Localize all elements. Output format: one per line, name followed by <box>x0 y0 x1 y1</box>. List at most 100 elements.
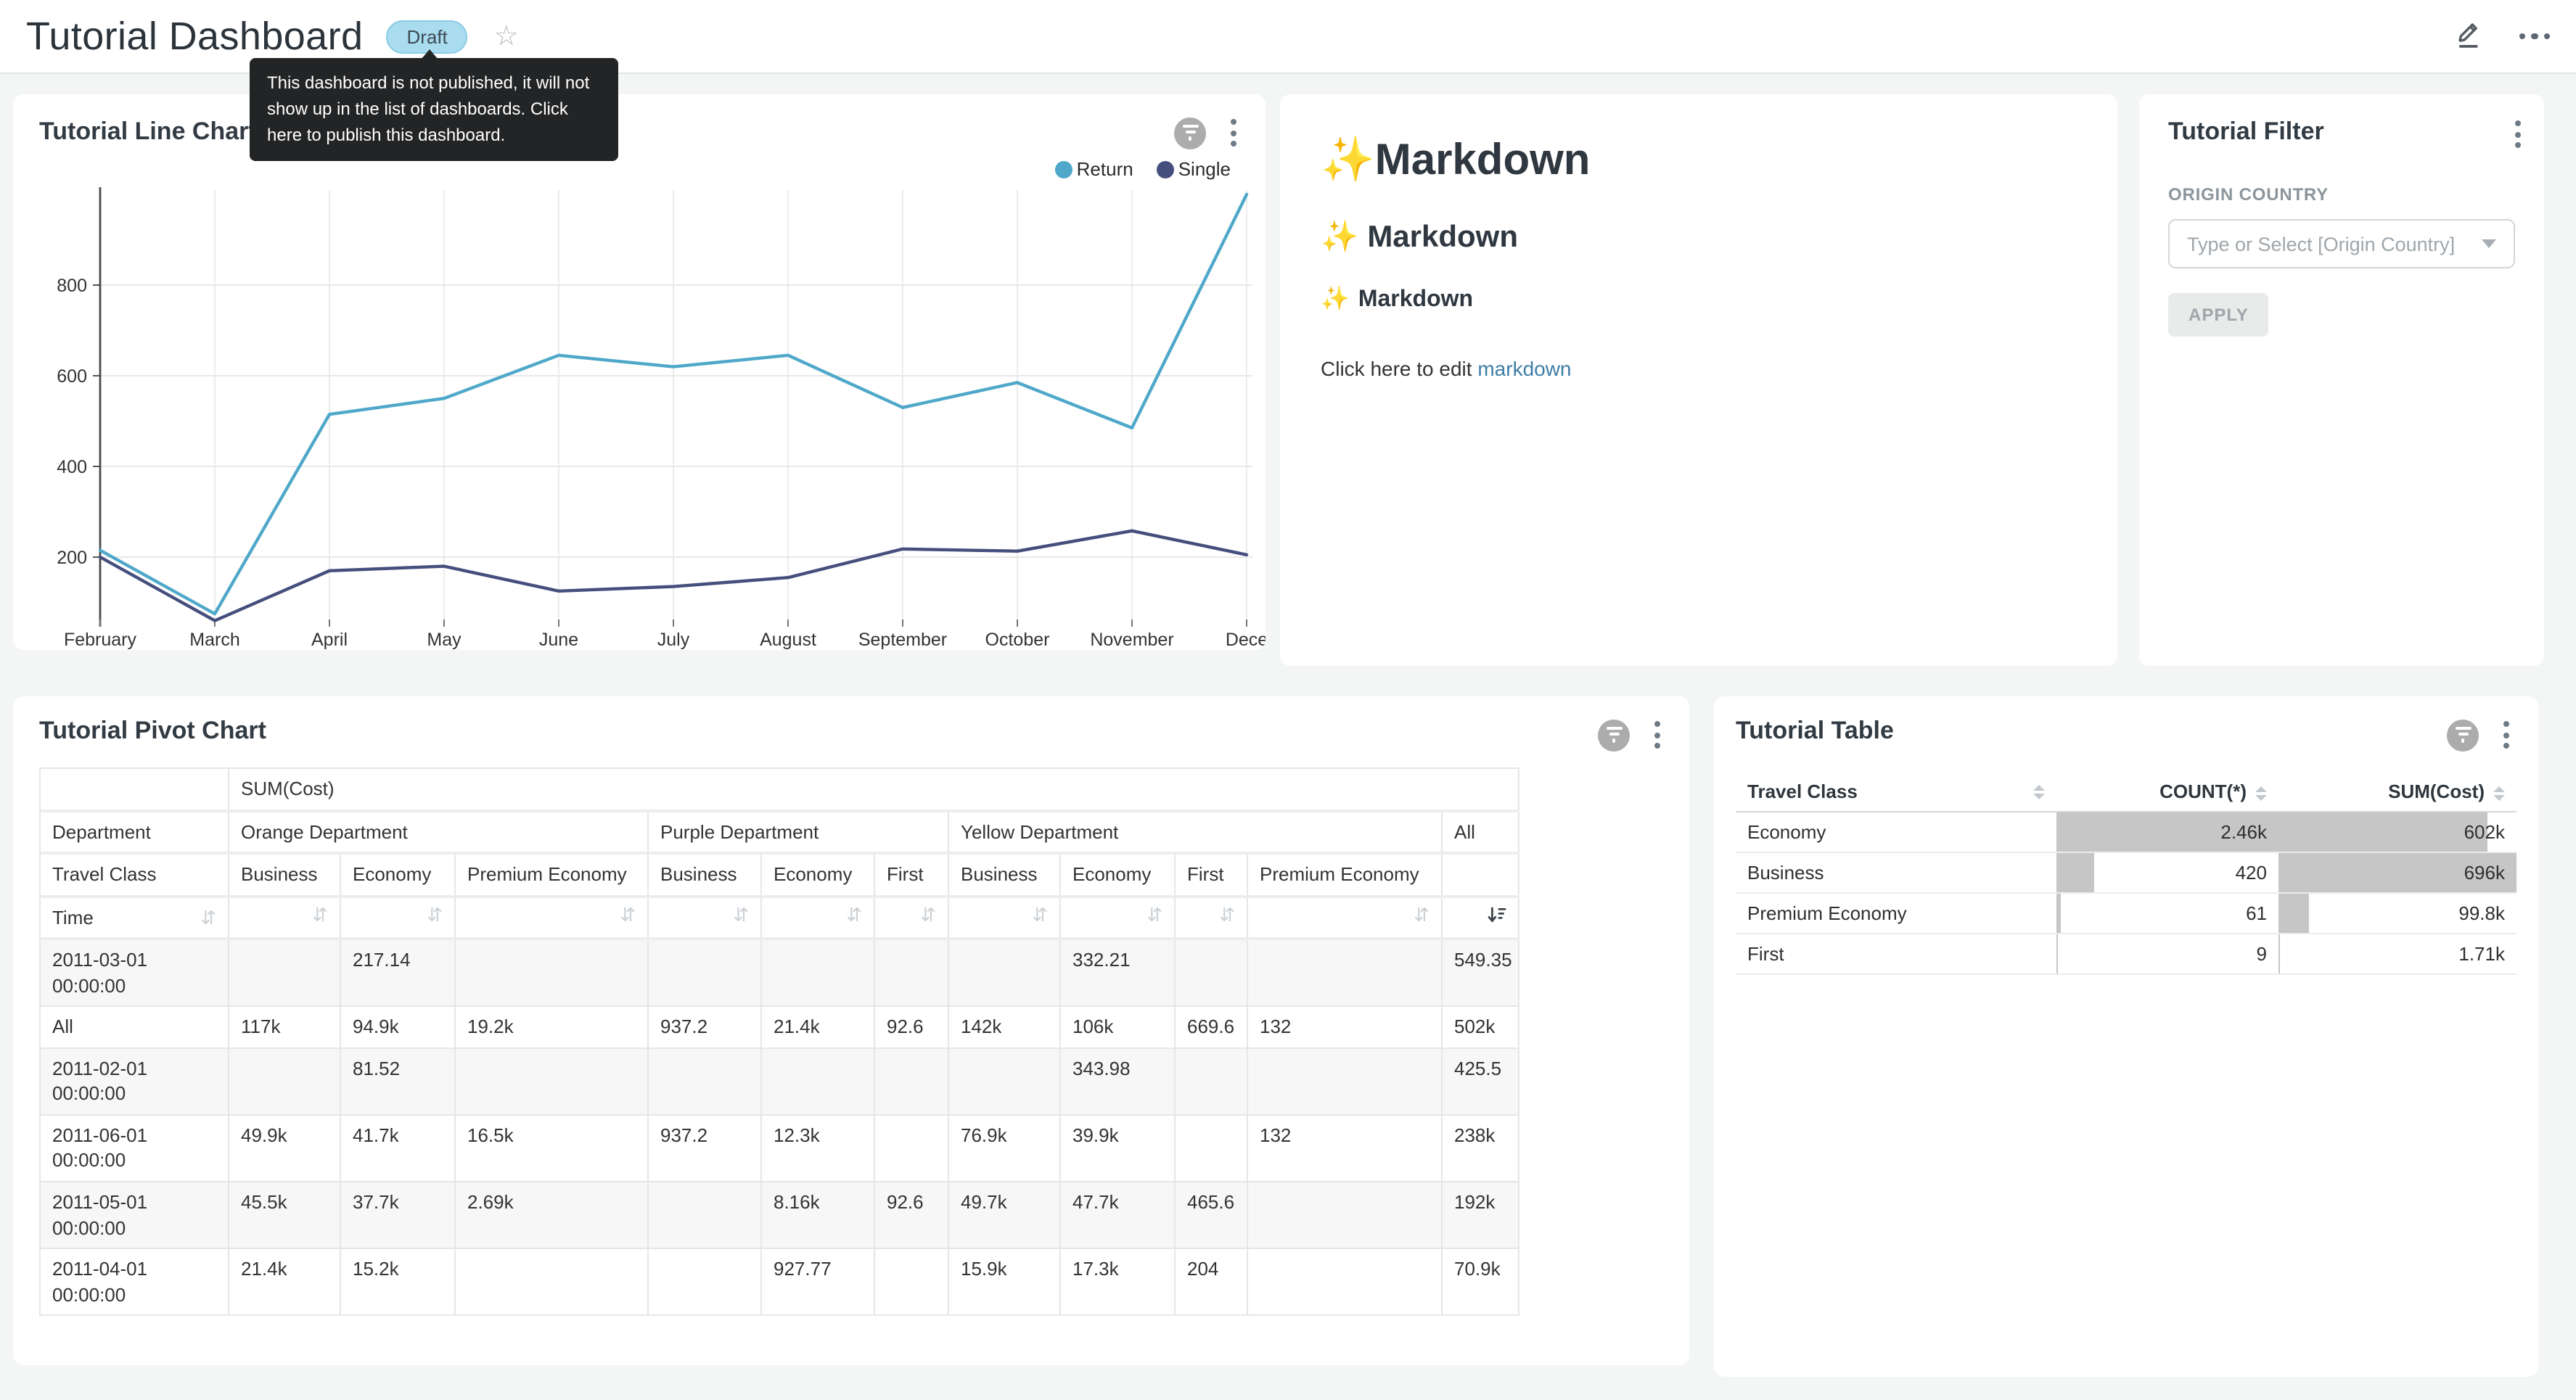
pivot-sort-cell[interactable]: ⇵ <box>1247 896 1442 939</box>
sort-desc-active-icon[interactable] <box>1488 905 1506 930</box>
filter-menu-icon[interactable] <box>2512 118 2524 151</box>
pivot-sort-cell[interactable]: ⇵ <box>648 896 761 939</box>
column-header-travel-class[interactable]: Travel Class <box>1736 772 2056 812</box>
pivot-travel-class-header: First <box>874 853 948 896</box>
cross-filter-icon[interactable] <box>2447 719 2479 751</box>
pivot-cell: 465.6 <box>1175 1182 1247 1248</box>
sort-icon[interactable] <box>2493 786 2505 800</box>
data-bar <box>2056 894 2062 933</box>
column-header-sum-cost[interactable]: SUM(Cost) <box>2278 772 2516 812</box>
pivot-sort-cell[interactable]: ⇵ <box>340 896 455 939</box>
apply-button[interactable]: APPLY <box>2168 293 2269 337</box>
sum-cost-cell: 696k <box>2278 852 2516 893</box>
pivot-cell: 106k <box>1060 1007 1175 1048</box>
pivot-cell <box>874 939 948 1006</box>
cross-filter-icon[interactable] <box>1598 719 1630 751</box>
pivot-cell <box>1247 939 1442 1006</box>
origin-country-label: ORIGIN COUNTRY <box>2168 184 2515 205</box>
pivot-cell: 17.3k <box>1060 1248 1175 1315</box>
pivot-sort-cell[interactable]: ⇵ <box>948 896 1060 939</box>
table-row[interactable]: Premium Economy6199.8k <box>1736 893 2516 934</box>
pivot-sort-cell[interactable]: ⇵ <box>874 896 948 939</box>
pivot-sort-cell[interactable]: ⇵ <box>229 896 340 939</box>
markdown-h3: ✨Markdown <box>1321 284 2077 313</box>
svg-text:February: February <box>64 630 137 650</box>
table-row[interactable]: First91.71k <box>1736 934 2516 974</box>
pivot-cell <box>455 939 648 1006</box>
line-chart-panel: Tutorial Line Chart ReturnSingle 2004006… <box>13 94 1266 650</box>
pivot-sort-cell[interactable]: ⇵ <box>1060 896 1175 939</box>
column-header-count[interactable]: COUNT(*) <box>2056 772 2278 812</box>
sort-icon[interactable]: ⇵ <box>920 905 936 923</box>
pivot-cell: 21.4k <box>761 1007 874 1048</box>
pivot-cell: 192k <box>1442 1182 1519 1248</box>
pivot-travel-class-header: Economy <box>1060 853 1175 896</box>
pivot-department-row: DepartmentOrange DepartmentPurple Depart… <box>40 810 1519 853</box>
pivot-travel-class-header: First <box>1175 853 1247 896</box>
pivot-travel-class-header: Business <box>229 853 340 896</box>
pivot-cell <box>1175 939 1247 1006</box>
pivot-cell: 41.7k <box>340 1115 455 1182</box>
pivot-cell: 81.52 <box>340 1048 455 1115</box>
sort-icon[interactable]: ⇵ <box>427 905 443 923</box>
chart-legend[interactable]: Return Single <box>1055 158 1231 180</box>
pivot-cell: 937.2 <box>648 1115 761 1182</box>
pivot-table: SUM(Cost)DepartmentOrange DepartmentPurp… <box>39 767 1519 1316</box>
pivot-row-label: 2011-05-01 00:00:00 <box>40 1182 229 1248</box>
markdown-edit-link[interactable]: markdown <box>1477 357 1571 380</box>
legend-label: Single <box>1178 158 1231 180</box>
svg-text:400: 400 <box>57 457 87 477</box>
pivot-cell <box>948 939 1060 1006</box>
pivot-sort-cell[interactable]: ⇵ <box>1175 896 1247 939</box>
pivot-data-row: 2011-03-01 00:00:00217.14332.21549.35 <box>40 939 1519 1006</box>
pivot-chart-panel: Tutorial Pivot Chart SUM(Cost)Department… <box>13 696 1689 1365</box>
chart-menu-icon[interactable] <box>1652 718 1663 752</box>
chart-menu-icon[interactable] <box>2501 718 2512 752</box>
legend-dot <box>1157 160 1174 178</box>
pivot-department-header: Orange Department <box>229 810 648 853</box>
sort-icon[interactable]: ⇵ <box>846 905 862 923</box>
legend-item[interactable]: Return <box>1055 158 1133 180</box>
table-header-row: Travel Class COUNT(*) SUM(Cost) <box>1736 772 2516 812</box>
pivot-cell: 21.4k <box>229 1248 340 1315</box>
pivot-travel-class-header: Business <box>648 853 761 896</box>
pivot-sort-cell[interactable]: ⇵ <box>761 896 874 939</box>
pivot-cell: 343.98 <box>1060 1048 1175 1115</box>
sort-icon[interactable] <box>2255 786 2267 800</box>
markdown-h2: ✨Markdown <box>1321 221 2077 255</box>
origin-country-select[interactable]: Type or Select [Origin Country] <box>2168 219 2515 268</box>
table-title: Tutorial Table <box>1736 717 1894 744</box>
pivot-cell: 132 <box>1247 1115 1442 1182</box>
pivot-cell <box>229 939 340 1006</box>
sort-icon[interactable]: ⇵ <box>1032 905 1048 923</box>
draft-badge[interactable]: Draft <box>386 20 467 53</box>
sort-icon[interactable]: ⇵ <box>733 905 749 923</box>
sort-icon[interactable]: ⇵ <box>1414 905 1429 923</box>
pivot-time-row: Time⇵⇵⇵⇵⇵⇵⇵⇵⇵⇵⇵ <box>40 896 1519 939</box>
legend-item[interactable]: Single <box>1157 158 1231 180</box>
pivot-cell: 8.16k <box>761 1182 874 1248</box>
pivot-cell: 39.9k <box>1060 1115 1175 1182</box>
pivot-sort-cell[interactable]: ⇵ <box>455 896 648 939</box>
svg-text:October: October <box>985 630 1050 650</box>
edit-dashboard-icon[interactable] <box>2452 17 2484 56</box>
pivot-cell <box>648 1248 761 1315</box>
pivot-cell: 937.2 <box>648 1007 761 1048</box>
svg-text:800: 800 <box>57 276 87 296</box>
sort-icon[interactable]: ⇵ <box>312 905 328 923</box>
markdown-h1: ✨Markdown <box>1321 135 2077 186</box>
favorite-star-icon[interactable]: ☆ <box>494 22 519 50</box>
sort-icon[interactable]: ⇵ <box>1147 905 1162 923</box>
pivot-cell <box>761 1048 874 1115</box>
pivot-travel-class-row: Travel ClassBusinessEconomyPremium Econo… <box>40 853 1519 896</box>
sort-icon[interactable]: ⇵ <box>200 908 216 927</box>
table-row[interactable]: Business420696k <box>1736 852 2516 893</box>
pivot-sort-cell[interactable] <box>1442 896 1519 939</box>
sort-icon[interactable] <box>2033 784 2045 799</box>
sort-icon[interactable]: ⇵ <box>620 905 636 923</box>
table-row[interactable]: Economy2.46k602k <box>1736 812 2516 852</box>
sort-icon[interactable]: ⇵ <box>1219 905 1235 923</box>
more-actions-icon[interactable] <box>2519 33 2550 40</box>
pivot-metric-row: SUM(Cost) <box>40 768 1519 810</box>
pivot-cell: 45.5k <box>229 1182 340 1248</box>
